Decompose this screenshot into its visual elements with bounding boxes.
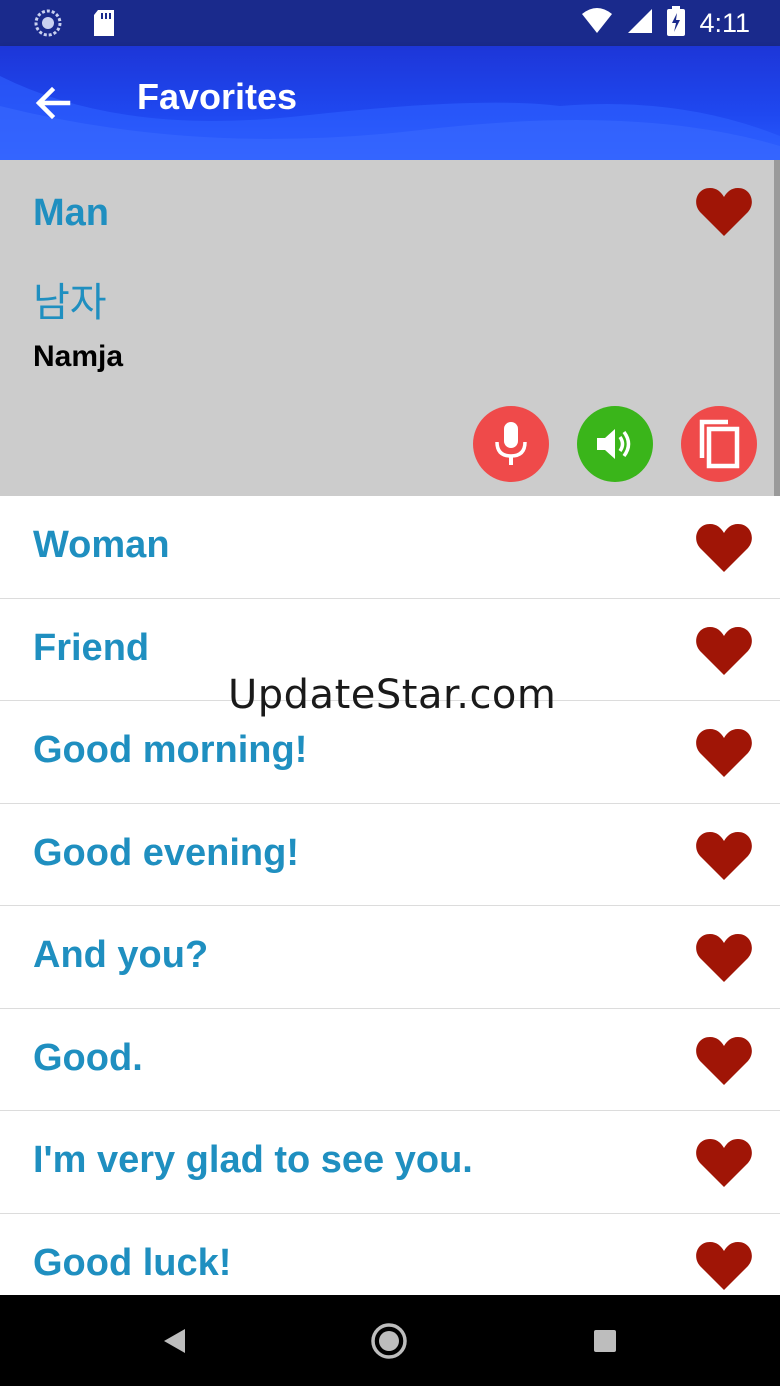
heart-icon[interactable] (695, 1240, 753, 1292)
favorites-list: Woman Friend Good morning! Good evening!… (0, 496, 780, 1316)
heart-icon[interactable] (695, 1137, 753, 1189)
heart-icon[interactable] (695, 186, 753, 238)
phrase-text: Good luck! (33, 1241, 232, 1284)
signal-icon (627, 8, 653, 39)
copy-button[interactable] (681, 406, 757, 482)
triangle-back-icon (164, 1329, 185, 1353)
sd-card-icon (92, 9, 116, 42)
list-item[interactable]: And you? (0, 906, 780, 1009)
phrase-text: Good morning! (33, 729, 308, 771)
heart-icon[interactable] (695, 1035, 753, 1087)
phrase-text: Man (33, 192, 109, 234)
list-item[interactable]: Woman (0, 496, 780, 599)
list-item[interactable]: I'm very glad to see you. (0, 1111, 780, 1214)
app-bar-wave (0, 76, 780, 160)
list-item[interactable]: Good evening! (0, 803, 780, 906)
watermark: UpdateStar.com (228, 672, 557, 718)
square-recents-icon (594, 1330, 616, 1352)
phrase-text: Good. (33, 1036, 143, 1079)
translation-text: 남자 (33, 280, 107, 326)
phrase-text: And you? (33, 934, 209, 976)
phrase-text: Good evening! (33, 831, 299, 874)
app-bar: Favorites (0, 46, 780, 160)
recents-nav-button[interactable] (583, 1319, 627, 1363)
microphone-icon (495, 422, 527, 465)
navigation-bar (0, 1295, 780, 1386)
speaker-icon (597, 429, 631, 459)
status-time: 4:11 (699, 8, 750, 38)
romanization-text: Namja (33, 340, 124, 373)
heart-icon[interactable] (695, 625, 753, 677)
phrase-text: I'm very glad to see you. (33, 1139, 473, 1181)
scrollbar[interactable] (774, 160, 780, 500)
home-circle-icon (371, 1323, 407, 1359)
battery-icon (667, 6, 686, 41)
copy-icon (699, 419, 740, 469)
arrow-left-icon (35, 86, 71, 120)
sync-icon (34, 9, 62, 42)
heart-icon[interactable] (695, 830, 753, 882)
heart-icon[interactable] (695, 522, 753, 574)
status-bar: 4:11 (0, 0, 780, 46)
heart-icon[interactable] (695, 727, 753, 779)
phrase-text: Friend (33, 626, 150, 669)
home-nav-button[interactable] (367, 1319, 411, 1363)
list-item[interactable]: Good. (0, 1008, 780, 1111)
play-audio-button[interactable] (577, 406, 653, 482)
expanded-phrase-card[interactable]: Man 남자 Namja (0, 160, 780, 496)
wifi-icon (581, 8, 613, 39)
phrase-text: Woman (33, 524, 170, 566)
back-button[interactable] (30, 80, 76, 126)
back-nav-button[interactable] (152, 1319, 196, 1363)
record-button[interactable] (473, 406, 549, 482)
page-title: Favorites (137, 76, 298, 117)
heart-icon[interactable] (695, 932, 753, 984)
